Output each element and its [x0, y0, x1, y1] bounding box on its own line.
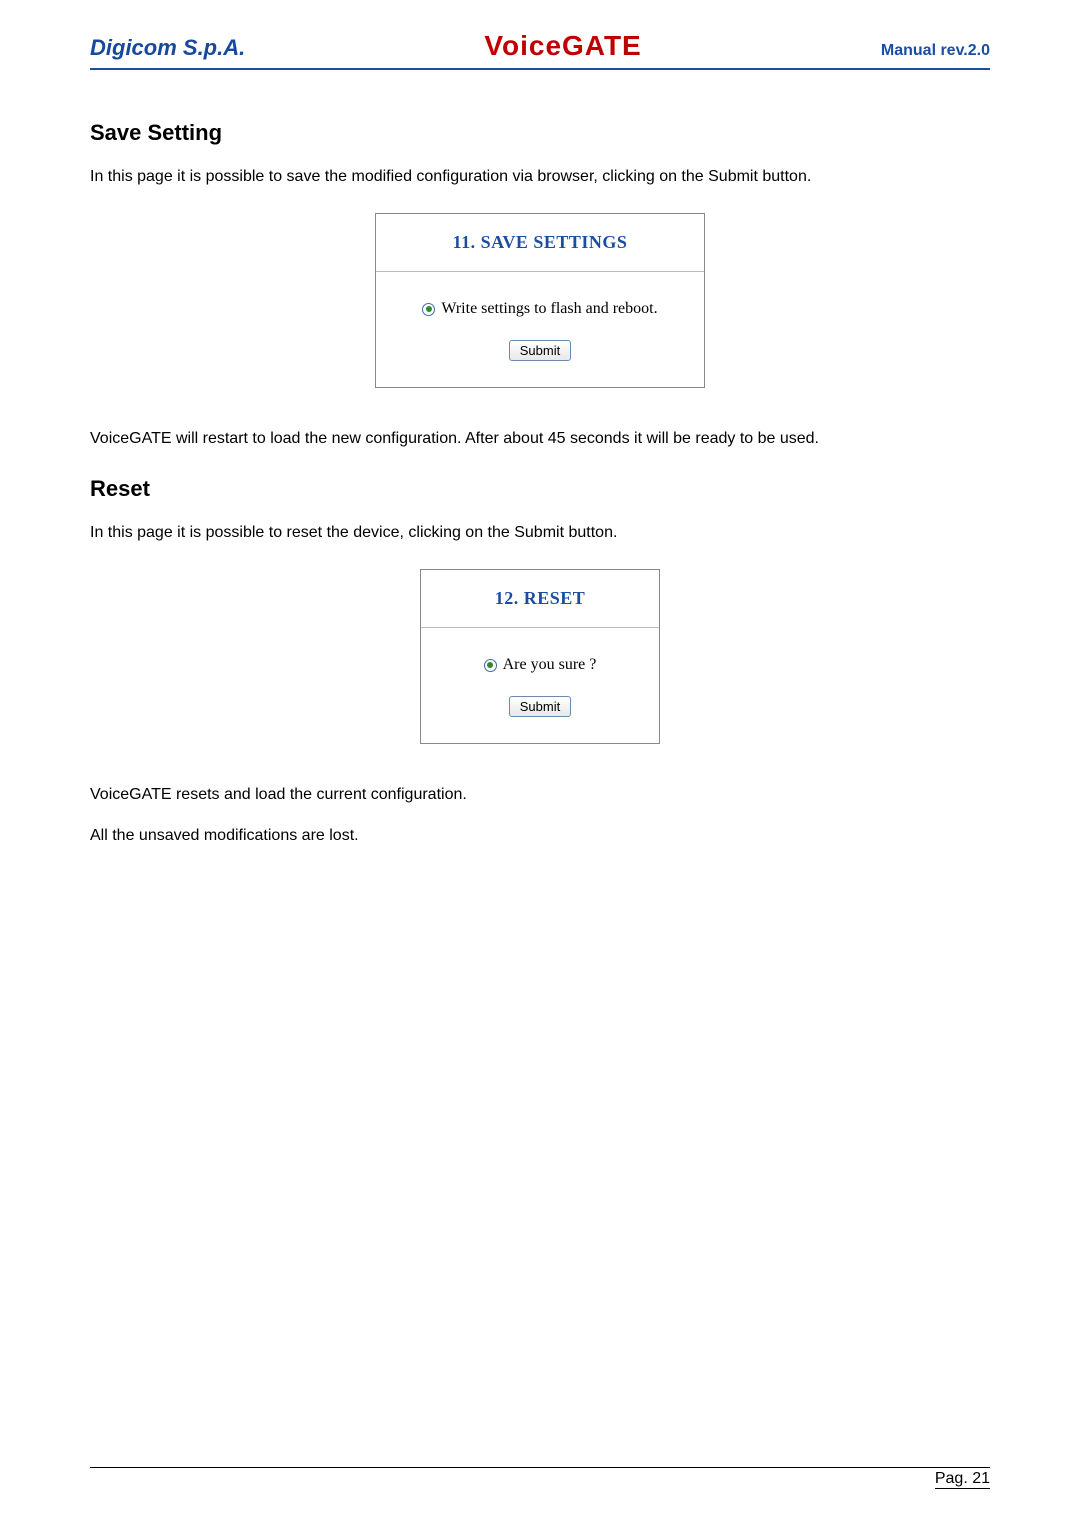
- write-settings-radio[interactable]: Write settings to flash and reboot.: [396, 300, 684, 318]
- brand-label: Digicom S.p.A.: [90, 35, 245, 61]
- page-header: Digicom S.p.A. VoiceGATE Manual rev.2.0: [90, 30, 990, 70]
- reset-submit-button[interactable]: Submit: [509, 696, 571, 717]
- save-settings-panel-title: 11. SAVE SETTINGS: [376, 214, 704, 272]
- page-footer: Pag. 21: [90, 1467, 990, 1488]
- save-settings-panel: 11. SAVE SETTINGS Write settings to flas…: [375, 213, 705, 388]
- reset-panel-title: 12. RESET: [421, 570, 659, 628]
- are-you-sure-radio[interactable]: Are you sure ?: [441, 656, 639, 674]
- product-title: VoiceGATE: [484, 30, 641, 62]
- save-setting-after: VoiceGATE will restart to load the new c…: [90, 428, 990, 450]
- reset-after-2: All the unsaved modifications are lost.: [90, 825, 990, 847]
- reset-panel-body: Are you sure ? Submit: [421, 628, 659, 743]
- page-number: Pag. 21: [935, 1470, 990, 1489]
- radio-selected-icon: [422, 303, 435, 316]
- save-setting-intro: In this page it is possible to save the …: [90, 166, 990, 188]
- save-submit-button[interactable]: Submit: [509, 340, 571, 361]
- radio-selected-icon: [484, 659, 497, 672]
- save-settings-panel-wrap: 11. SAVE SETTINGS Write settings to flas…: [90, 213, 990, 388]
- reset-panel: 12. RESET Are you sure ? Submit: [420, 569, 660, 744]
- write-settings-label: Write settings to flash and reboot.: [441, 300, 657, 318]
- save-settings-panel-body: Write settings to flash and reboot. Subm…: [376, 272, 704, 387]
- are-you-sure-label: Are you sure ?: [503, 656, 597, 674]
- reset-panel-wrap: 12. RESET Are you sure ? Submit: [90, 569, 990, 744]
- reset-heading: Reset: [90, 476, 990, 502]
- reset-after-1: VoiceGATE resets and load the current co…: [90, 784, 990, 806]
- save-setting-heading: Save Setting: [90, 120, 990, 146]
- reset-intro: In this page it is possible to reset the…: [90, 522, 990, 544]
- manual-revision: Manual rev.2.0: [881, 42, 990, 60]
